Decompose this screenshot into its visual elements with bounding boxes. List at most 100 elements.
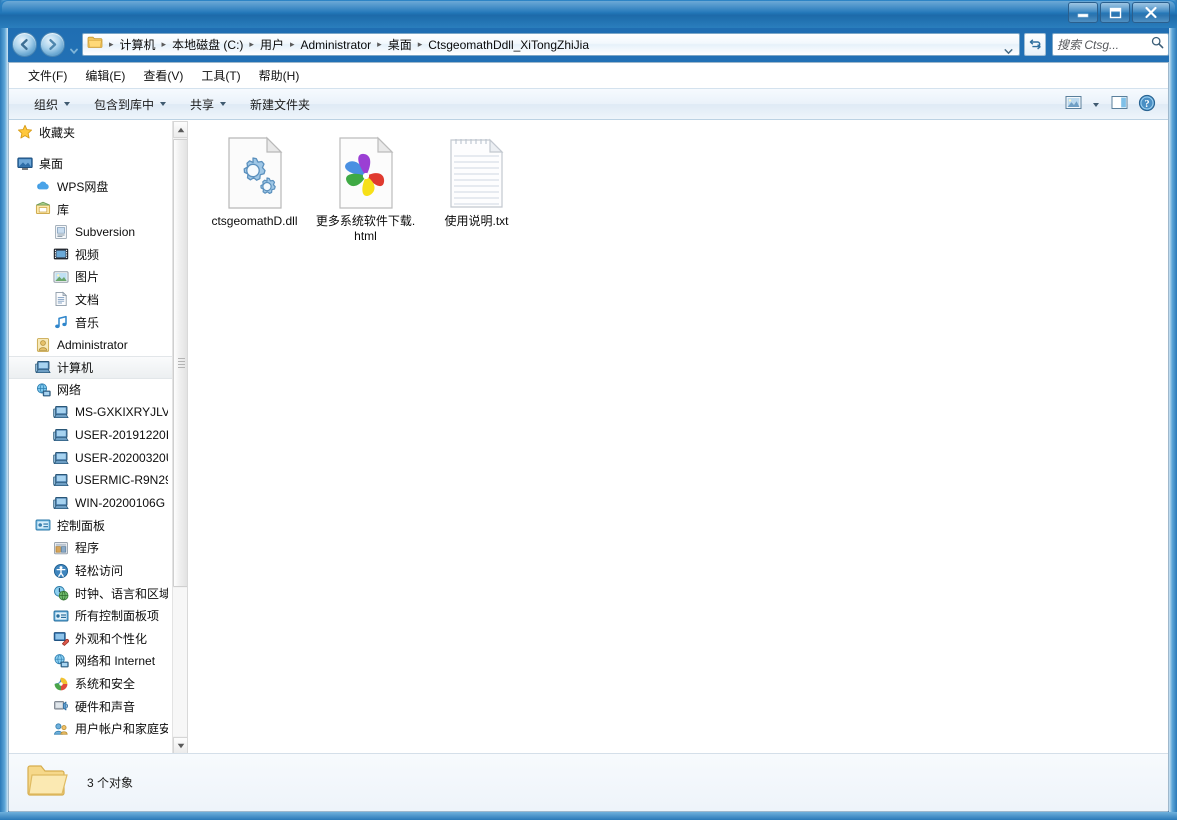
sidebar-item-26[interactable]: 硬件和声音 — [9, 695, 172, 718]
breadcrumb-current-folder[interactable]: CtsgeomathDdll_XiTongZhiJia — [425, 37, 592, 53]
picture-icon — [53, 269, 69, 285]
sidebar-item-10[interactable]: Administrator — [9, 333, 172, 356]
sidebar-item-9[interactable]: 音乐 — [9, 311, 172, 334]
breadcrumb-computer[interactable]: 计算机 — [117, 35, 159, 54]
menu-help[interactable]: 帮助(H) — [250, 64, 309, 87]
include-in-library-button[interactable]: 包含到库中 — [85, 91, 175, 118]
subversion-icon — [53, 224, 69, 240]
search-input[interactable]: 搜索 Ctsg... — [1057, 36, 1151, 53]
scroll-up-button[interactable] — [173, 121, 187, 138]
scroll-down-button[interactable] — [173, 737, 187, 754]
address-bar[interactable]: ▸ 计算机 ▸ 本地磁盘 (C:) ▸ 用户 ▸ Administrator ▸… — [82, 33, 1020, 56]
sidebar-item-label: Administrator — [57, 337, 128, 352]
computer-icon — [53, 450, 69, 466]
user-accounts-icon — [53, 721, 69, 737]
file-list-pane[interactable]: ctsgeomathD.dll 更多系统软件下载.html 使用说明.txt — [188, 121, 1168, 754]
close-button[interactable] — [1132, 2, 1170, 23]
sidebar-item-17[interactable]: WIN-20200106G — [9, 492, 172, 515]
forward-arrow-icon — [49, 39, 57, 50]
title-bar-gloss — [2, 1, 1175, 13]
preview-pane-button[interactable] — [1106, 93, 1132, 117]
network-internet-icon — [53, 653, 69, 669]
search-box[interactable]: 搜索 Ctsg... — [1052, 33, 1169, 56]
sidebar-item-18[interactable]: 控制面板 — [9, 514, 172, 537]
menu-file[interactable]: 文件(F) — [19, 64, 76, 87]
control-panel-icon — [35, 517, 51, 533]
breadcrumb-local-disk[interactable]: 本地磁盘 (C:) — [169, 35, 246, 54]
breadcrumb-users[interactable]: 用户 — [257, 35, 287, 54]
address-dropdown-button[interactable] — [1004, 42, 1013, 55]
sidebar-item-15[interactable]: USER-20200320U — [9, 446, 172, 469]
minimize-button[interactable] — [1068, 2, 1098, 23]
breadcrumb-administrator[interactable]: Administrator — [297, 37, 374, 53]
breadcrumb-desktop[interactable]: 桌面 — [385, 35, 415, 54]
sidebar-item-label: 网络 — [57, 383, 82, 398]
hardware-sound-icon — [53, 698, 69, 714]
sidebar-item-14[interactable]: USER-20191220I — [9, 424, 172, 447]
sidebar-item-22[interactable]: 所有控制面板项 — [9, 604, 172, 627]
sidebar-item-23[interactable]: 外观和个性化 — [9, 627, 172, 650]
sidebar-item-label: WIN-20200106G — [75, 495, 166, 510]
file-item-html[interactable]: 更多系统软件下载.html — [313, 131, 418, 251]
status-bar: 3 个对象 — [9, 753, 1168, 811]
organize-button[interactable]: 组织 — [25, 91, 79, 118]
sidebar-item-8[interactable]: 文档 — [9, 288, 172, 311]
sidebar-item-7[interactable]: 图片 — [9, 266, 172, 289]
folder-icon — [25, 760, 69, 805]
sidebar-item-label: WPS网盘 — [57, 179, 109, 194]
menu-view[interactable]: 查看(V) — [134, 64, 192, 87]
sidebar-item-19[interactable]: 程序 — [9, 537, 172, 560]
desktop-icon — [17, 156, 33, 172]
recent-locations-button[interactable] — [70, 42, 78, 55]
sidebar-item-label: Subversion — [75, 224, 136, 239]
new-folder-button[interactable]: 新建文件夹 — [241, 91, 319, 118]
txt-notepad-icon — [445, 136, 509, 210]
view-dropdown-button[interactable] — [1088, 93, 1104, 117]
sidebar-item-label: 图片 — [75, 270, 100, 285]
sidebar-item-21[interactable]: 时钟、语言和区域 — [9, 582, 172, 605]
file-item-txt[interactable]: 使用说明.txt — [424, 131, 529, 251]
sidebar-item-11[interactable]: 计算机 — [9, 355, 172, 379]
chevron-down-icon — [70, 48, 78, 55]
help-button[interactable]: ? — [1134, 93, 1160, 117]
sidebar-item-6[interactable]: 视频 — [9, 243, 172, 266]
library-icon — [35, 201, 51, 217]
sidebar-item-27[interactable]: 用户帐户和家庭安全 — [9, 717, 172, 740]
dll-gear-icon — [223, 136, 287, 210]
sidebar-item-label: 网络和 Internet — [75, 654, 156, 669]
sidebar-item-24[interactable]: 网络和 Internet — [9, 650, 172, 673]
title-bar — [0, 0, 1177, 28]
sidebar-item-16[interactable]: USERMIC-R9N29 — [9, 469, 172, 492]
scrollbar-thumb[interactable] — [173, 139, 187, 587]
sidebar-item-5[interactable]: Subversion — [9, 220, 172, 243]
maximize-button[interactable] — [1100, 2, 1130, 23]
refresh-button[interactable] — [1024, 33, 1046, 56]
menu-tools[interactable]: 工具(T) — [192, 64, 249, 87]
sidebar-item-label: 文档 — [75, 292, 100, 307]
navigation-scrollbar[interactable] — [172, 121, 187, 754]
sidebar-item-2[interactable]: 桌面 — [9, 153, 172, 176]
sidebar-item-label: MS-GXKIXRYJLV — [75, 405, 168, 420]
music-icon — [53, 314, 69, 330]
forward-button[interactable] — [40, 32, 65, 57]
file-item-dll[interactable]: ctsgeomathD.dll — [202, 131, 307, 251]
sidebar-item-20[interactable]: 轻松访问 — [9, 559, 172, 582]
breadcrumb-separator: ▸ — [109, 39, 114, 49]
sidebar-item-25[interactable]: 系统和安全 — [9, 672, 172, 695]
all-items-icon — [53, 608, 69, 624]
sidebar-item-4[interactable]: 库 — [9, 198, 172, 221]
html-pinwheel-icon — [334, 136, 398, 210]
file-name: 更多系统软件下载.html — [315, 214, 416, 243]
change-view-button[interactable] — [1060, 93, 1086, 117]
sidebar-item-3[interactable]: WPS网盘 — [9, 175, 172, 198]
share-button[interactable]: 共享 — [181, 91, 235, 118]
sidebar-item-0[interactable]: 收藏夹 — [9, 121, 172, 144]
scrollbar-track[interactable] — [173, 588, 187, 736]
sidebar-item-13[interactable]: MS-GXKIXRYJLV — [9, 401, 172, 424]
menu-bar: 文件(F) 编辑(E) 查看(V) 工具(T) 帮助(H) — [9, 63, 1168, 88]
sidebar-item-12[interactable]: 网络 — [9, 379, 172, 402]
sidebar-item-label: 桌面 — [39, 157, 64, 172]
document-icon — [53, 291, 69, 307]
menu-edit[interactable]: 编辑(E) — [76, 64, 134, 87]
back-button[interactable] — [12, 32, 37, 57]
